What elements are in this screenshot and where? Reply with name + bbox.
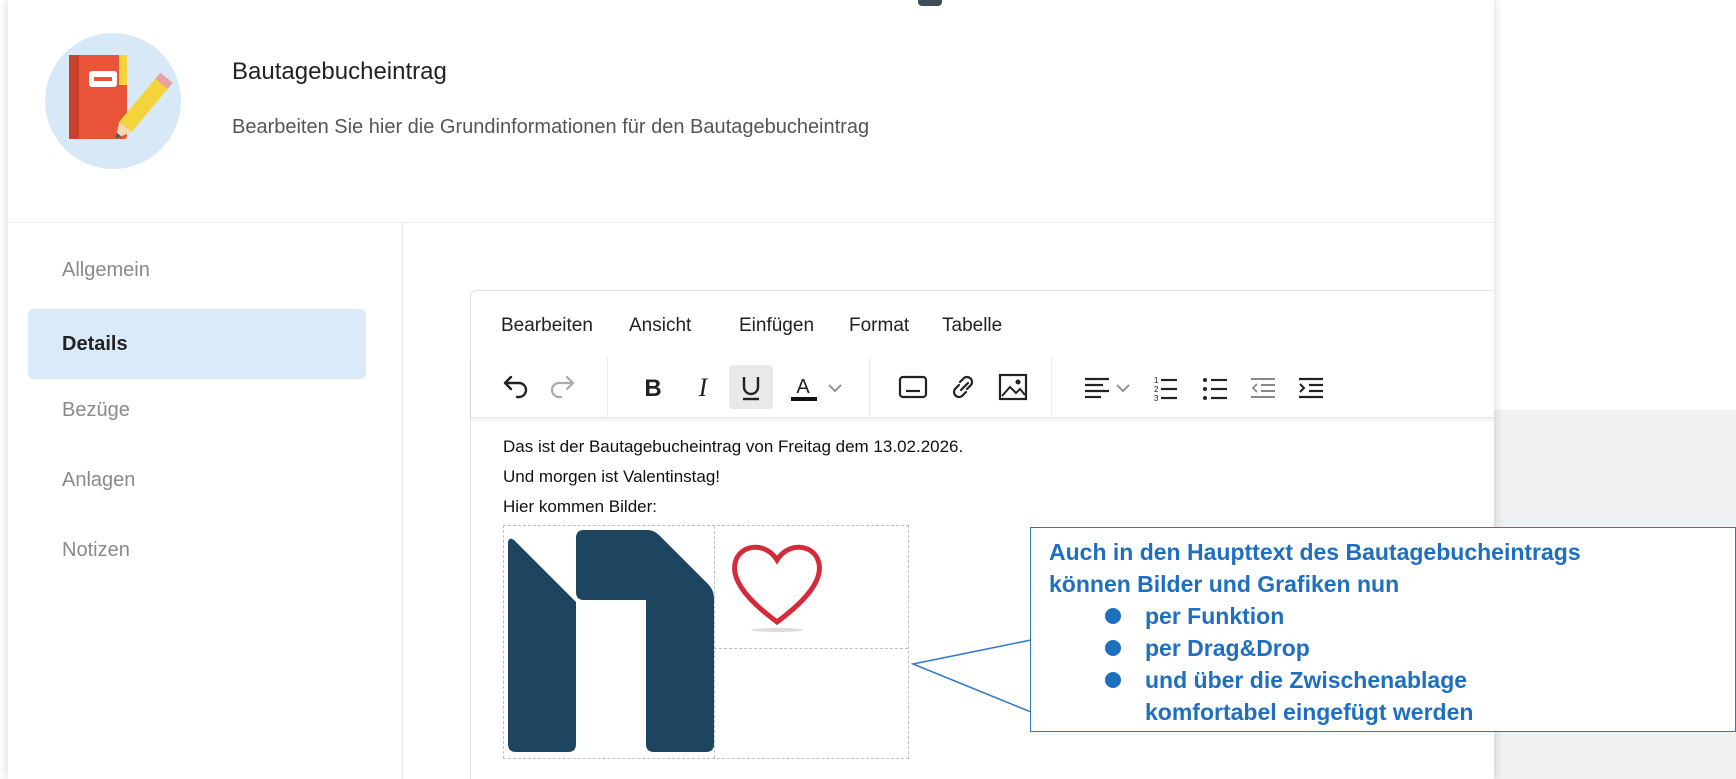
sidebar: Allgemein Details Bezüge Anlagen Notizen [8, 223, 403, 779]
outdent-icon[interactable] [1241, 365, 1285, 409]
callout-line: können Bilder und Grafiken nun [1049, 571, 1400, 597]
svg-text:B: B [644, 375, 661, 402]
logo-image[interactable] [504, 526, 714, 758]
undo-icon[interactable] [493, 365, 537, 409]
bullet-list-icon[interactable] [1193, 365, 1237, 409]
italic-icon[interactable]: I [681, 365, 725, 409]
editor-menubar: Bearbeiten Ansicht Einfügen Format Tabel… [471, 291, 1494, 357]
content-line: Hier kommen Bilder: [503, 497, 657, 516]
table-divider [714, 526, 715, 758]
sidebar-item-anlagen[interactable]: Anlagen [28, 445, 366, 515]
image-icon[interactable] [991, 365, 1035, 409]
chevron-down-icon[interactable] [821, 365, 849, 409]
link-icon[interactable] [941, 365, 985, 409]
chevron-down-icon[interactable] [1111, 365, 1135, 409]
sidebar-item-details[interactable]: Details [28, 309, 366, 379]
heart-image[interactable] [722, 530, 832, 640]
menu-einfuegen[interactable]: Einfügen [739, 315, 814, 337]
table-divider [714, 648, 908, 649]
svg-text:3: 3 [1154, 394, 1159, 403]
menu-format[interactable]: Format [849, 315, 909, 337]
svg-text:A: A [796, 376, 810, 398]
sidebar-item-bezuege[interactable]: Bezüge [28, 375, 366, 445]
callout-bullet-text: per Funktion [1145, 603, 1285, 629]
sidebar-item-notizen[interactable]: Notizen [28, 515, 366, 585]
menu-ansicht[interactable]: Ansicht [629, 315, 691, 337]
redo-icon[interactable] [541, 365, 585, 409]
callout-continuation-text: komfortabel eingefügt werden [1145, 699, 1474, 725]
menu-bearbeiten[interactable]: Bearbeiten [501, 315, 593, 337]
menu-tabelle[interactable]: Tabelle [942, 315, 1002, 337]
bullet-dot-icon [1105, 672, 1121, 688]
callout-continuation: komfortabel eingefügt werden [1049, 696, 1735, 728]
sidebar-item-allgemein[interactable]: Allgemein [28, 235, 366, 305]
bullet-dot-icon [1105, 608, 1121, 624]
indent-icon[interactable] [1289, 365, 1333, 409]
page-subtitle: Bearbeiten Sie hier die Grundinformation… [232, 116, 870, 138]
editor-toolbar: B I A 1 2 3 [471, 357, 1494, 418]
svg-text:2: 2 [1154, 385, 1159, 394]
callout-bullet-text: per Drag&Drop [1145, 635, 1310, 661]
svg-text:1: 1 [1154, 376, 1159, 385]
image-table[interactable] [503, 525, 909, 759]
dialog-header: Bautagebucheintrag Bearbeiten Sie hier d… [8, 0, 1494, 223]
info-callout: Auch in den Haupttext des Bautagebuchein… [1030, 527, 1736, 732]
page-title: Bautagebucheintrag [232, 58, 447, 85]
callout-bullet-item: per Drag&Drop [1049, 632, 1735, 664]
toolbar-separator [1051, 357, 1052, 417]
numbered-list-icon[interactable]: 123 [1143, 365, 1187, 409]
callout-line: Auch in den Haupttext des Bautagebuchein… [1049, 539, 1581, 565]
embed-icon[interactable] [891, 365, 935, 409]
callout-bullet-text: und über die Zwischenablage [1145, 667, 1468, 693]
diary-book-icon [45, 33, 181, 169]
callout-bullet-item: und über die Zwischenablage [1049, 664, 1735, 696]
underline-icon[interactable] [729, 365, 773, 409]
bold-icon[interactable]: B [631, 365, 675, 409]
callout-bullet-item: per Funktion [1049, 600, 1735, 632]
toolbar-separator [869, 357, 870, 417]
toolbar-separator [607, 357, 608, 417]
content-line: Das ist der Bautagebucheintrag von Freit… [503, 437, 964, 456]
callout-list: per Funktion per Drag&Drop und über die … [1049, 600, 1735, 728]
bullet-dot-icon [1105, 640, 1121, 656]
svg-text:I: I [698, 373, 709, 402]
content-line: Und morgen ist Valentinstag! [503, 467, 721, 486]
